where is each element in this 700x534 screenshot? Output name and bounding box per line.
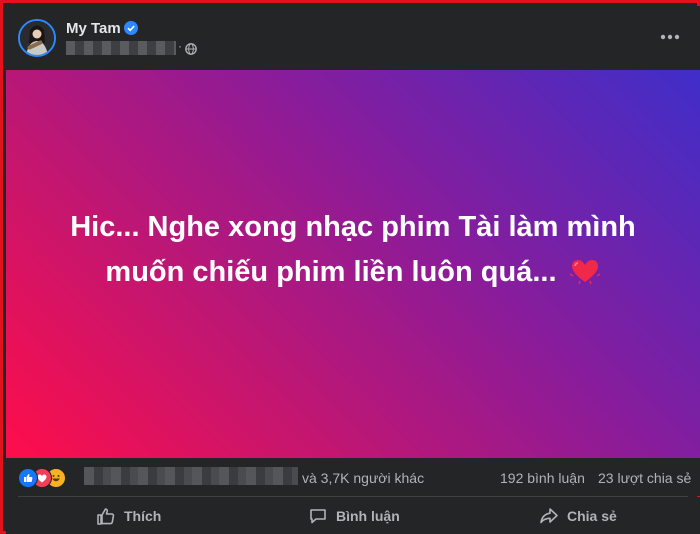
status-text: Hic... Nghe xong nhạc phim Tài làm mình … xyxy=(43,205,663,295)
share-button[interactable]: Chia sẻ xyxy=(539,497,617,534)
post-meta-redacted xyxy=(66,41,176,55)
more-icon xyxy=(660,34,680,40)
reactor-names-redacted xyxy=(84,467,298,485)
shares-count[interactable]: 23 lượt chia sẻ xyxy=(598,470,691,486)
globe-icon[interactable] xyxy=(185,43,197,55)
meta-separator: · xyxy=(178,39,182,53)
status-line-2-wrap: muốn chiếu phim liền luôn quá... xyxy=(43,250,663,295)
more-options-button[interactable] xyxy=(656,26,684,48)
post-header: My Tam · xyxy=(6,6,700,70)
status-line-1: Hic... Nghe xong nhạc phim Tài làm mình xyxy=(70,211,636,243)
verified-icon xyxy=(124,21,138,35)
share-label: Chia sẻ xyxy=(567,507,617,524)
poster-name[interactable]: My Tam xyxy=(66,20,121,37)
reaction-stats-bar: và 3,7K người khác 192 bình luận 23 lượt… xyxy=(6,458,700,496)
others-reacted-text[interactable]: và 3,7K người khác xyxy=(302,470,424,486)
like-label: Thích xyxy=(124,507,162,524)
heart-emoji-icon xyxy=(569,260,601,285)
status-line-2: muốn chiếu phim liền luôn quá... xyxy=(105,256,557,288)
avatar[interactable] xyxy=(18,19,56,57)
reaction-icons[interactable] xyxy=(18,468,78,488)
thumbs-up-icon xyxy=(97,507,115,525)
comments-count[interactable]: 192 bình luận xyxy=(500,470,585,486)
like-button[interactable]: Thích xyxy=(96,497,161,534)
share-icon xyxy=(540,507,558,523)
comment-label: Bình luận xyxy=(336,507,400,524)
status-banner[interactable]: Hic... Nghe xong nhạc phim Tài làm mình … xyxy=(6,70,700,458)
comment-icon xyxy=(310,508,326,523)
comment-button[interactable]: Bình luận xyxy=(308,497,400,534)
post-card: My Tam · Hic... Nghe xong nhạc phim Tài … xyxy=(0,0,700,534)
post-actions-bar: Thích Bình luận Chia sẻ xyxy=(6,497,700,534)
like-reaction-icon xyxy=(18,468,38,488)
